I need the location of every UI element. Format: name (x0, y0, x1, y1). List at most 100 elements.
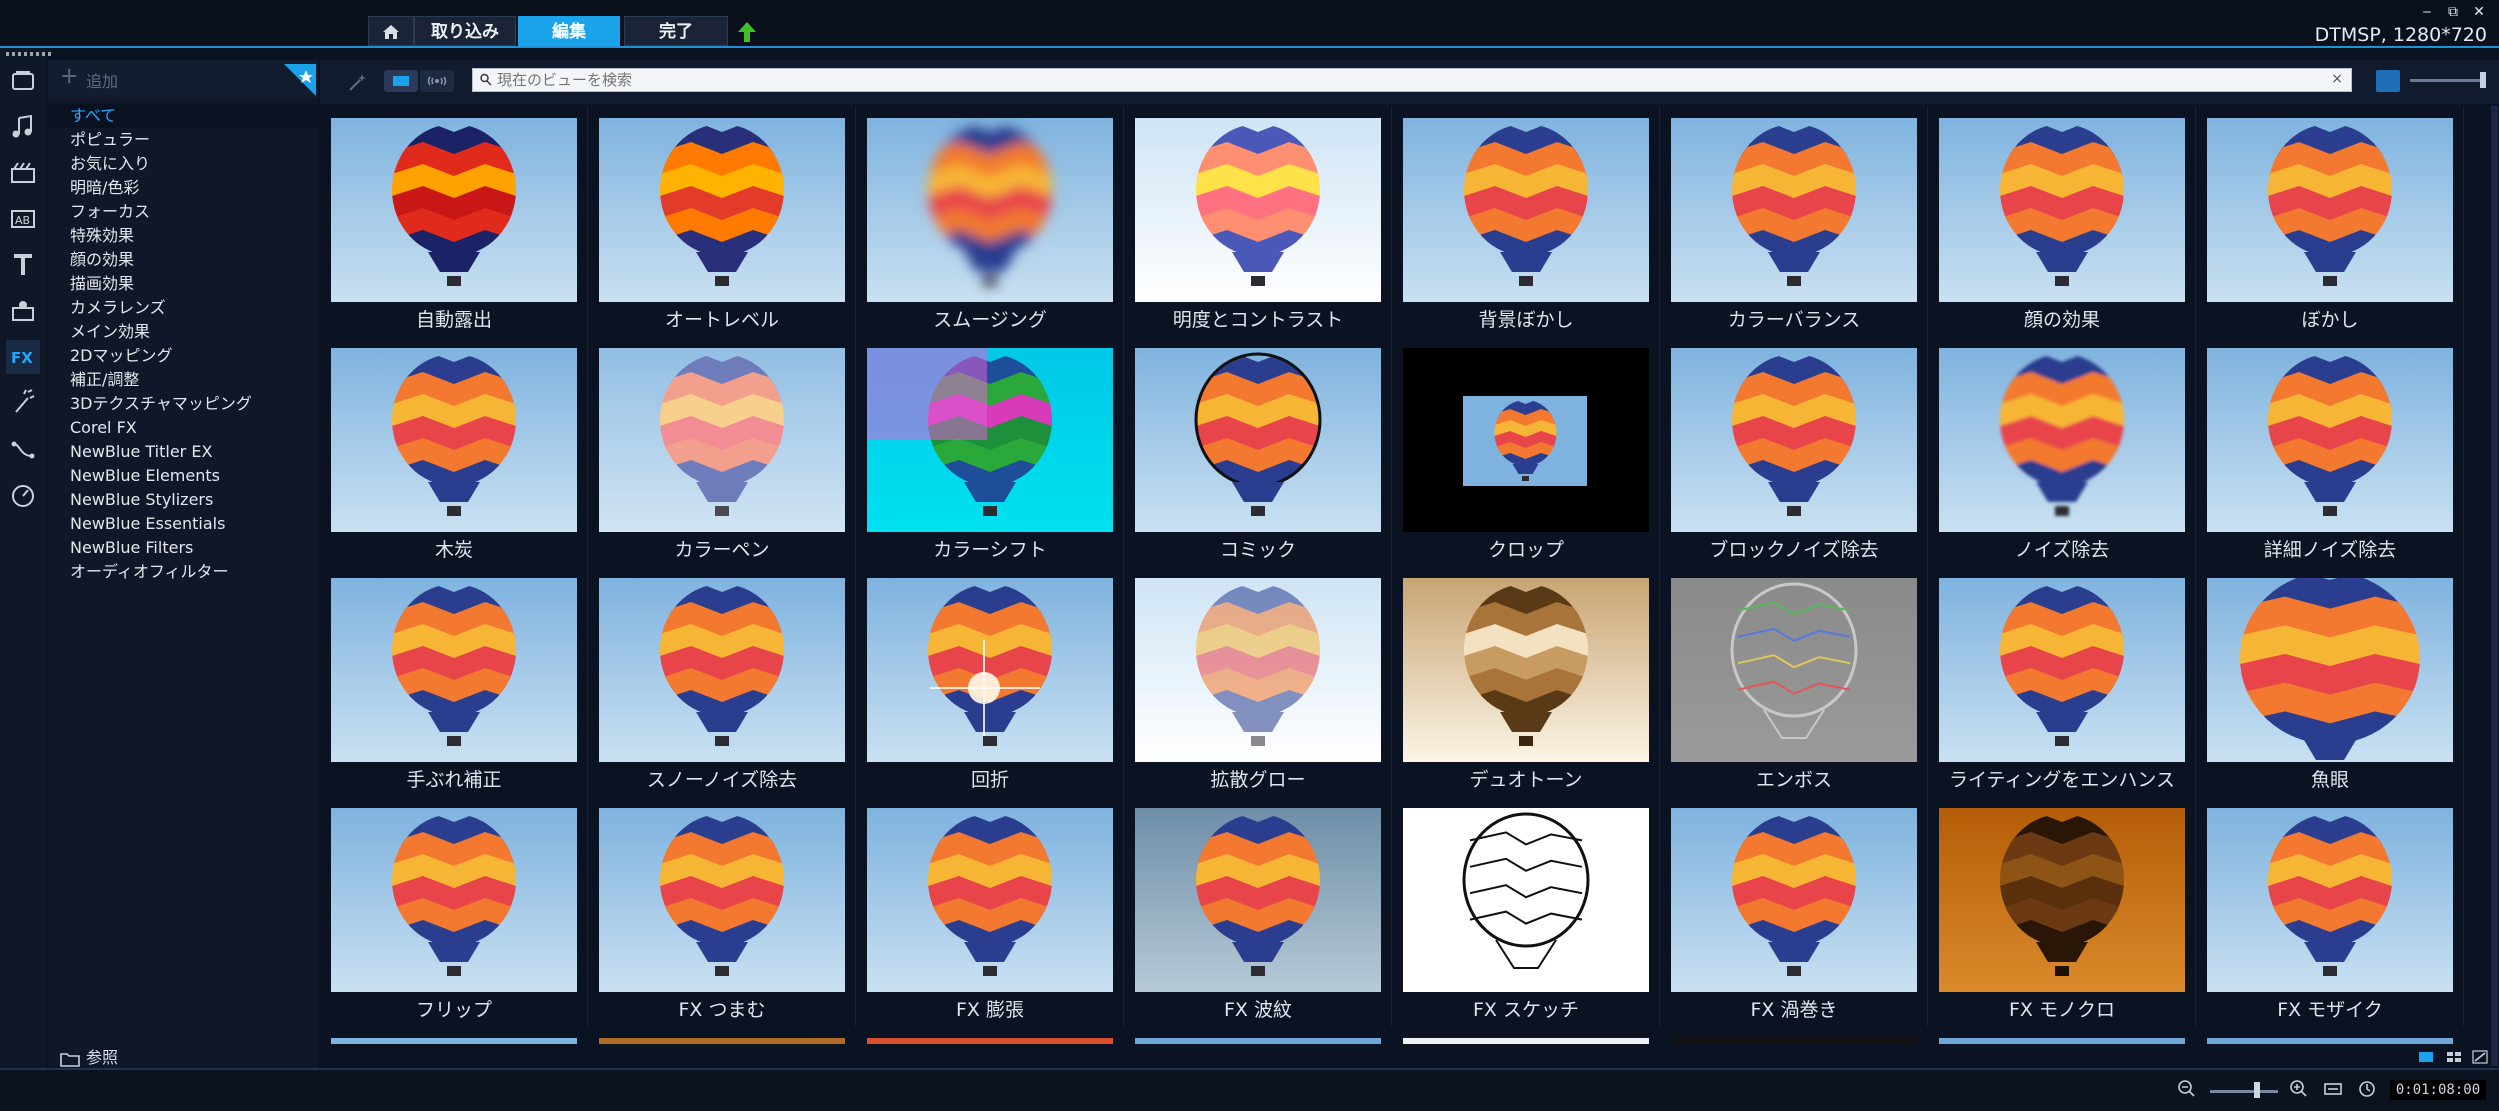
zoom-slider-knob[interactable] (2254, 1082, 2260, 1098)
category-item[interactable]: 補正/調整 (48, 368, 318, 392)
effect-tile[interactable]: オートレベル (588, 106, 856, 336)
motion-icon[interactable] (6, 386, 40, 420)
view-video-button[interactable] (384, 70, 418, 92)
magic-wand-icon[interactable] (344, 68, 372, 96)
transition-icon[interactable]: AB (6, 202, 40, 236)
effect-tile[interactable]: フリップ (320, 796, 588, 1026)
effect-tile[interactable]: 自動露出 (320, 106, 588, 336)
scrollbar-thumb[interactable] (2491, 106, 2498, 1066)
effect-tile[interactable]: エンボス (1660, 566, 1928, 796)
category-item[interactable]: フォーカス (48, 200, 318, 224)
instant-project-icon[interactable] (6, 156, 40, 190)
effect-tile[interactable]: スムージング (856, 106, 1124, 336)
add-button[interactable]: 追加 (86, 68, 118, 92)
speed-icon[interactable] (6, 478, 40, 512)
thumbnail-view-button[interactable] (2376, 70, 2400, 92)
tab-finish[interactable]: 完了 (624, 16, 728, 46)
effect-tile[interactable]: 背景ぼかし (1392, 106, 1660, 336)
effect-thumbnail-partial[interactable] (1671, 1038, 1917, 1044)
category-item[interactable]: オーディオフィルター (48, 560, 318, 584)
category-item[interactable]: カメラレンズ (48, 296, 318, 320)
category-item[interactable]: メイン効果 (48, 320, 318, 344)
category-item[interactable]: 明暗/色彩 (48, 176, 318, 200)
effect-tile[interactable]: FX 膨張 (856, 796, 1124, 1026)
media-icon[interactable] (6, 64, 40, 98)
effect-tile[interactable]: 回折 (856, 566, 1124, 796)
category-item[interactable]: ポピュラー (48, 128, 318, 152)
effect-thumbnail-partial[interactable] (1939, 1038, 2185, 1044)
upload-arrow-icon[interactable] (736, 20, 758, 44)
category-item[interactable]: 描画効果 (48, 272, 318, 296)
category-item[interactable]: NewBlue Stylizers (48, 488, 318, 512)
category-item[interactable]: 特殊効果 (48, 224, 318, 248)
category-item[interactable]: お気に入り (48, 152, 318, 176)
tab-edit[interactable]: 編集 (518, 16, 620, 46)
restore-button[interactable]: ⧉ (2442, 4, 2464, 20)
close-button[interactable]: ✕ (2468, 4, 2490, 20)
clear-search-icon[interactable]: × (2331, 71, 2343, 87)
effect-tile[interactable]: スノーノイズ除去 (588, 566, 856, 796)
title-icon[interactable] (6, 248, 40, 282)
fx-icon[interactable]: FX (6, 340, 40, 374)
pin-corner-icon[interactable] (284, 64, 316, 96)
effect-thumbnail-partial[interactable] (331, 1038, 577, 1044)
audio-icon[interactable] (6, 110, 40, 144)
effect-tile[interactable]: FX つまむ (588, 796, 856, 1026)
effect-tile[interactable]: FX 波紋 (1124, 796, 1392, 1026)
category-item[interactable]: 2Dマッピング (48, 344, 318, 368)
category-item[interactable]: すべて (48, 104, 318, 128)
browse-button[interactable]: 参照 (60, 1044, 118, 1068)
effect-tile[interactable]: 木炭 (320, 336, 588, 566)
fit-project-icon[interactable] (2322, 1078, 2344, 1100)
category-item[interactable]: NewBlue Filters (48, 536, 318, 560)
effect-tile[interactable]: ノイズ除去 (1928, 336, 2196, 566)
view-audio-button[interactable] (420, 70, 454, 92)
add-icon[interactable]: + (60, 64, 78, 89)
zoom-out-icon[interactable] (2176, 1078, 2198, 1100)
effect-tile[interactable]: ぼかし (2196, 106, 2464, 336)
path-icon[interactable] (6, 432, 40, 466)
effect-thumbnail-partial[interactable] (2207, 1038, 2453, 1044)
category-item[interactable]: NewBlue Titler EX (48, 440, 318, 464)
effect-thumbnail-partial[interactable] (1403, 1038, 1649, 1044)
effect-tile[interactable]: ブロックノイズ除去 (1660, 336, 1928, 566)
tab-import[interactable]: 取り込み (414, 16, 516, 46)
effect-tile[interactable]: 拡散グロー (1124, 566, 1392, 796)
search-field[interactable]: × (472, 68, 2352, 92)
zoom-slider[interactable] (2210, 1090, 2278, 1093)
category-item[interactable]: NewBlue Elements (48, 464, 318, 488)
effect-tile[interactable]: 魚眼 (2196, 566, 2464, 796)
effect-tile[interactable]: 手ぶれ補正 (320, 566, 588, 796)
effect-tile[interactable]: FX モノクロ (1928, 796, 2196, 1026)
effect-tile[interactable]: コミック (1124, 336, 1392, 566)
zoom-in-icon[interactable] (2288, 1078, 2310, 1100)
effect-tile[interactable]: カラーバランス (1660, 106, 1928, 336)
category-item[interactable]: 顔の効果 (48, 248, 318, 272)
graphics-icon[interactable] (6, 294, 40, 328)
list-view-icon[interactable] (2418, 1050, 2434, 1064)
search-input[interactable] (497, 70, 2317, 90)
effect-tile[interactable]: FX 渦巻き (1660, 796, 1928, 1026)
effect-tile[interactable]: カラーシフト (856, 336, 1124, 566)
effect-tile[interactable]: 詳細ノイズ除去 (2196, 336, 2464, 566)
effect-tile[interactable]: ライティングをエンハンス (1928, 566, 2196, 796)
minimize-button[interactable]: ‒ (2416, 4, 2438, 20)
category-item[interactable]: NewBlue Essentials (48, 512, 318, 536)
effect-thumbnail-partial[interactable] (599, 1038, 845, 1044)
effect-tile[interactable]: FX モザイク (2196, 796, 2464, 1026)
effect-tile[interactable]: 明度とコントラスト (1124, 106, 1392, 336)
effect-tile[interactable]: クロップ (1392, 336, 1660, 566)
effect-tile[interactable]: カラーペン (588, 336, 856, 566)
effect-tile[interactable]: FX スケッチ (1392, 796, 1660, 1026)
expand-icon[interactable] (2472, 1050, 2488, 1064)
category-item[interactable]: Corel FX (48, 416, 318, 440)
tab-home[interactable] (368, 16, 414, 46)
effect-thumbnail-partial[interactable] (867, 1038, 1113, 1044)
thumbnail-size-slider[interactable] (2410, 79, 2482, 82)
effect-tile[interactable]: デュオトーン (1392, 566, 1660, 796)
effect-tile[interactable]: 顔の効果 (1928, 106, 2196, 336)
vertical-scrollbar[interactable] (2490, 106, 2499, 1066)
category-item[interactable]: 3Dテクスチャマッピング (48, 392, 318, 416)
grid-view-icon[interactable] (2446, 1050, 2462, 1064)
thumbnail-size-slider-knob[interactable] (2480, 72, 2486, 88)
